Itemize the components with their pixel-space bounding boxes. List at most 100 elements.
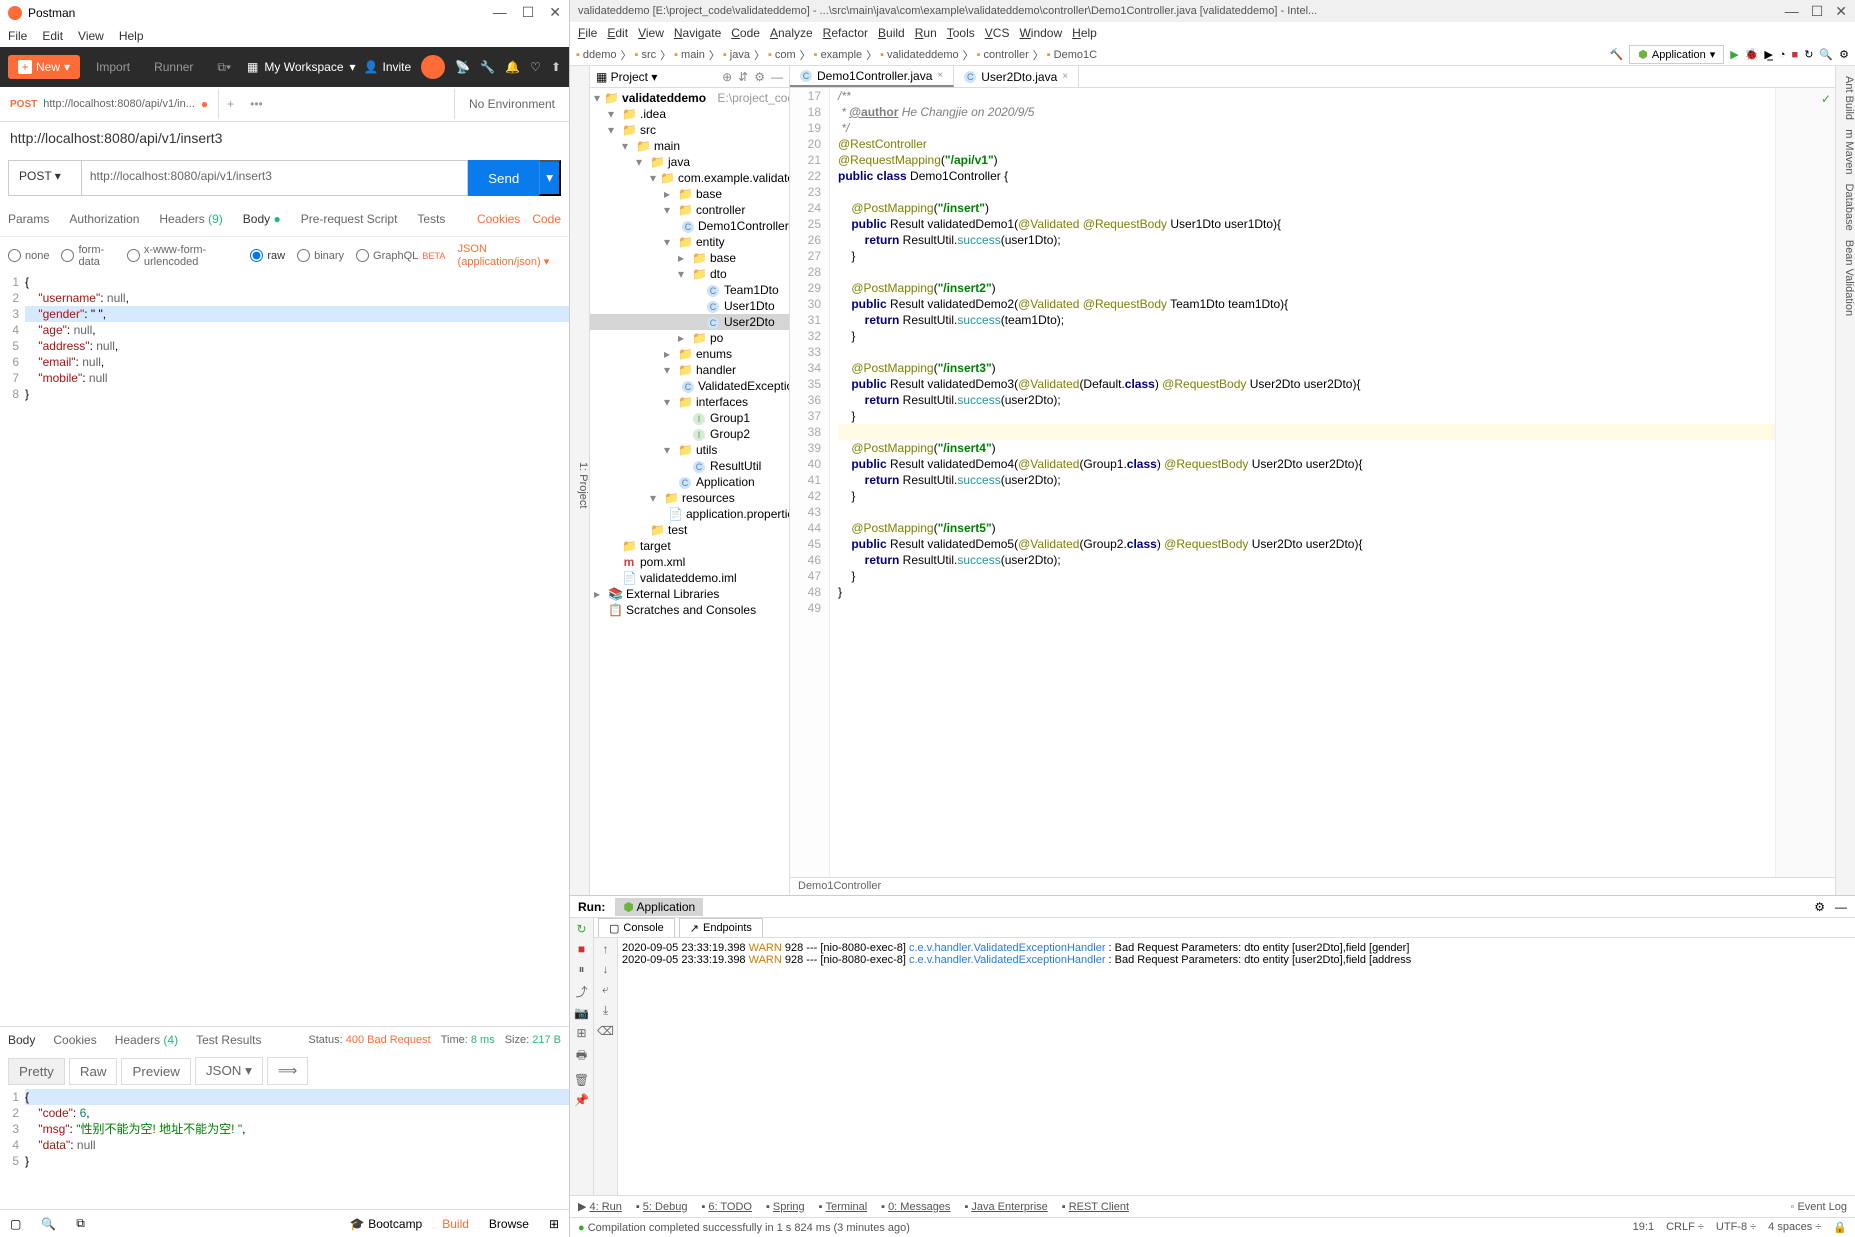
- profile-icon[interactable]: ◔: [1779, 49, 1786, 61]
- new-button[interactable]: + New ▾: [8, 55, 80, 79]
- menu-edit[interactable]: Edit: [42, 29, 63, 43]
- editor-tab[interactable]: CDemo1Controller.java×: [790, 66, 954, 87]
- bell-icon[interactable]: 🔔: [505, 60, 520, 74]
- tree-item[interactable]: 📁target: [590, 538, 789, 554]
- up-icon[interactable]: ↑: [603, 942, 609, 956]
- resp-tab-body[interactable]: Body: [8, 1033, 35, 1047]
- tree-item[interactable]: IGroup1: [590, 410, 789, 426]
- radio-graphql[interactable]: GraphQL BETA: [356, 249, 446, 262]
- tree-item[interactable]: ▸📁base: [590, 186, 789, 202]
- run-icon[interactable]: ▶: [1730, 48, 1738, 61]
- code-editor[interactable]: 1718192021222324252627282930313233343536…: [790, 88, 1835, 877]
- project-tree[interactable]: ▾📁 validateddemo E:\project_code\validat…: [590, 88, 789, 895]
- tree-item[interactable]: ▸📁base: [590, 250, 789, 266]
- editor-breadcrumb[interactable]: Demo1Controller: [790, 877, 1835, 895]
- rerun-icon[interactable]: ↻: [576, 922, 586, 936]
- bottom-tab[interactable]: ▪ REST Client: [1062, 1201, 1129, 1213]
- tree-item[interactable]: CValidatedExceptionHandl: [590, 378, 789, 394]
- response-body-editor[interactable]: 12345 { "code": 6, "msg": "性别不能为空! 地址不能为…: [0, 1089, 569, 1209]
- bottom-tab[interactable]: ▪ Spring: [766, 1201, 805, 1213]
- breadcrumb-item[interactable]: 〉▪validateddemo: [866, 47, 958, 63]
- debug-icon[interactable]: 🐞: [1745, 48, 1759, 61]
- trash-icon[interactable]: 🗑: [574, 1073, 589, 1087]
- tab-body[interactable]: Body ●: [243, 208, 281, 230]
- stop-icon[interactable]: ■: [578, 942, 585, 956]
- tree-item[interactable]: ▸📁po: [590, 330, 789, 346]
- wrench-icon[interactable]: 🔧: [480, 60, 495, 74]
- bottom-tab[interactable]: ▪ 6: TODO: [701, 1201, 752, 1213]
- menu-tools[interactable]: Tools: [947, 26, 975, 40]
- breadcrumb-item[interactable]: 〉▪src: [621, 47, 657, 63]
- wins-icon[interactable]: ⧉: [76, 1216, 85, 1231]
- structure-icon[interactable]: ⚙: [1839, 48, 1849, 61]
- tree-item[interactable]: CTeam1Dto: [590, 282, 789, 298]
- tree-item[interactable]: 📋Scratches and Consoles: [590, 602, 789, 618]
- minimize-icon[interactable]: —: [1785, 3, 1799, 20]
- status-item[interactable]: 19:1: [1633, 1221, 1654, 1234]
- collapse-icon[interactable]: ⇵: [738, 70, 748, 84]
- request-tab[interactable]: POST http://localhost:8080/api/v1/in... …: [0, 89, 219, 119]
- browse-button[interactable]: Browse: [489, 1217, 529, 1231]
- camera-icon[interactable]: 📷: [574, 1006, 589, 1020]
- console-output[interactable]: 2020-09-05 23:33:19.398 WARN 928 --- [ni…: [618, 938, 1855, 1195]
- tree-item[interactable]: ▾📁entity: [590, 234, 789, 250]
- gear-icon[interactable]: ⚙: [754, 70, 765, 84]
- sync-icon[interactable]: [421, 55, 445, 79]
- menu-run[interactable]: Run: [915, 26, 937, 40]
- wrap-button[interactable]: ⟹: [267, 1057, 308, 1085]
- panels-icon[interactable]: ⊞: [549, 1217, 559, 1231]
- print-icon[interactable]: 🖶: [576, 1046, 587, 1067]
- pretty-button[interactable]: Pretty: [8, 1058, 65, 1085]
- status-item[interactable]: CRLF ÷: [1666, 1221, 1704, 1234]
- left-tool-strip[interactable]: 1: Project: [570, 66, 590, 895]
- target-icon[interactable]: ⊕: [722, 70, 732, 84]
- event-log[interactable]: ◦ Event Log: [1791, 1201, 1848, 1213]
- menu-build[interactable]: Build: [878, 26, 905, 40]
- editor-tab[interactable]: CUser2Dto.java×: [954, 66, 1079, 87]
- tree-item[interactable]: ▾📁java: [590, 154, 789, 170]
- endpoints-tab[interactable]: ↗ Endpoints: [679, 918, 763, 937]
- runner-button[interactable]: Runner: [146, 56, 201, 78]
- breadcrumb-item[interactable]: 〉▪Demo1C: [1033, 47, 1097, 63]
- tree-item[interactable]: 📄application.properties: [590, 506, 789, 522]
- menu-edit[interactable]: Edit: [607, 26, 628, 40]
- upgrade-icon[interactable]: ⬆: [551, 60, 561, 74]
- console-icon[interactable]: ▢: [10, 1217, 21, 1231]
- run-gear-icon[interactable]: ⚙: [1814, 900, 1825, 914]
- console-tab[interactable]: ▢ Console: [598, 918, 675, 937]
- open-new-icon[interactable]: ⧉▾: [209, 56, 239, 79]
- environment-selector[interactable]: No Environment: [454, 89, 569, 119]
- menu-help[interactable]: Help: [119, 29, 144, 43]
- hide-icon[interactable]: —: [771, 70, 783, 84]
- content-type-select[interactable]: JSON (application/json) ▾: [458, 243, 561, 268]
- bottom-tab[interactable]: ▪ 0: Messages: [881, 1201, 950, 1213]
- radio-raw[interactable]: raw: [250, 249, 285, 262]
- radio-binary[interactable]: binary: [297, 249, 344, 262]
- status-item[interactable]: 4 spaces ÷: [1768, 1221, 1821, 1234]
- request-body-editor[interactable]: 12345678 { "username": null, "gender": "…: [0, 274, 569, 1026]
- menu-file[interactable]: File: [578, 26, 597, 40]
- raw-button[interactable]: Raw: [69, 1058, 118, 1085]
- tab-options-button[interactable]: •••: [242, 89, 271, 119]
- breadcrumb-item[interactable]: ▪ddemo: [576, 49, 617, 61]
- method-select[interactable]: POST ▾: [8, 160, 82, 196]
- radio-formdata[interactable]: form-data: [61, 244, 114, 268]
- menu-analyze[interactable]: Analyze: [770, 26, 813, 40]
- workspace-selector[interactable]: ▦ My Workspace ▾: [247, 60, 356, 74]
- tree-item[interactable]: CUser1Dto: [590, 298, 789, 314]
- tree-item[interactable]: ▸📚External Libraries: [590, 586, 789, 602]
- tree-item[interactable]: ▾📁controller: [590, 202, 789, 218]
- tree-item[interactable]: ▾📁resources: [590, 490, 789, 506]
- breadcrumb-item[interactable]: 〉▪example: [800, 47, 862, 63]
- import-button[interactable]: Import: [88, 56, 138, 78]
- url-input[interactable]: http://localhost:8080/api/v1/insert3: [82, 160, 468, 196]
- satellite-icon[interactable]: 📡: [455, 60, 470, 74]
- breadcrumb-item[interactable]: 〉▪main: [660, 47, 705, 63]
- tree-item[interactable]: ▾📁handler: [590, 362, 789, 378]
- close-icon[interactable]: ✕: [549, 4, 561, 21]
- menu-code[interactable]: Code: [731, 26, 760, 40]
- radio-urlencoded[interactable]: x-www-form-urlencoded: [127, 244, 238, 268]
- radio-none[interactable]: none: [8, 249, 49, 262]
- editor-minimap[interactable]: ✓: [1775, 88, 1835, 877]
- lock-icon[interactable]: 🔒: [1833, 1221, 1847, 1234]
